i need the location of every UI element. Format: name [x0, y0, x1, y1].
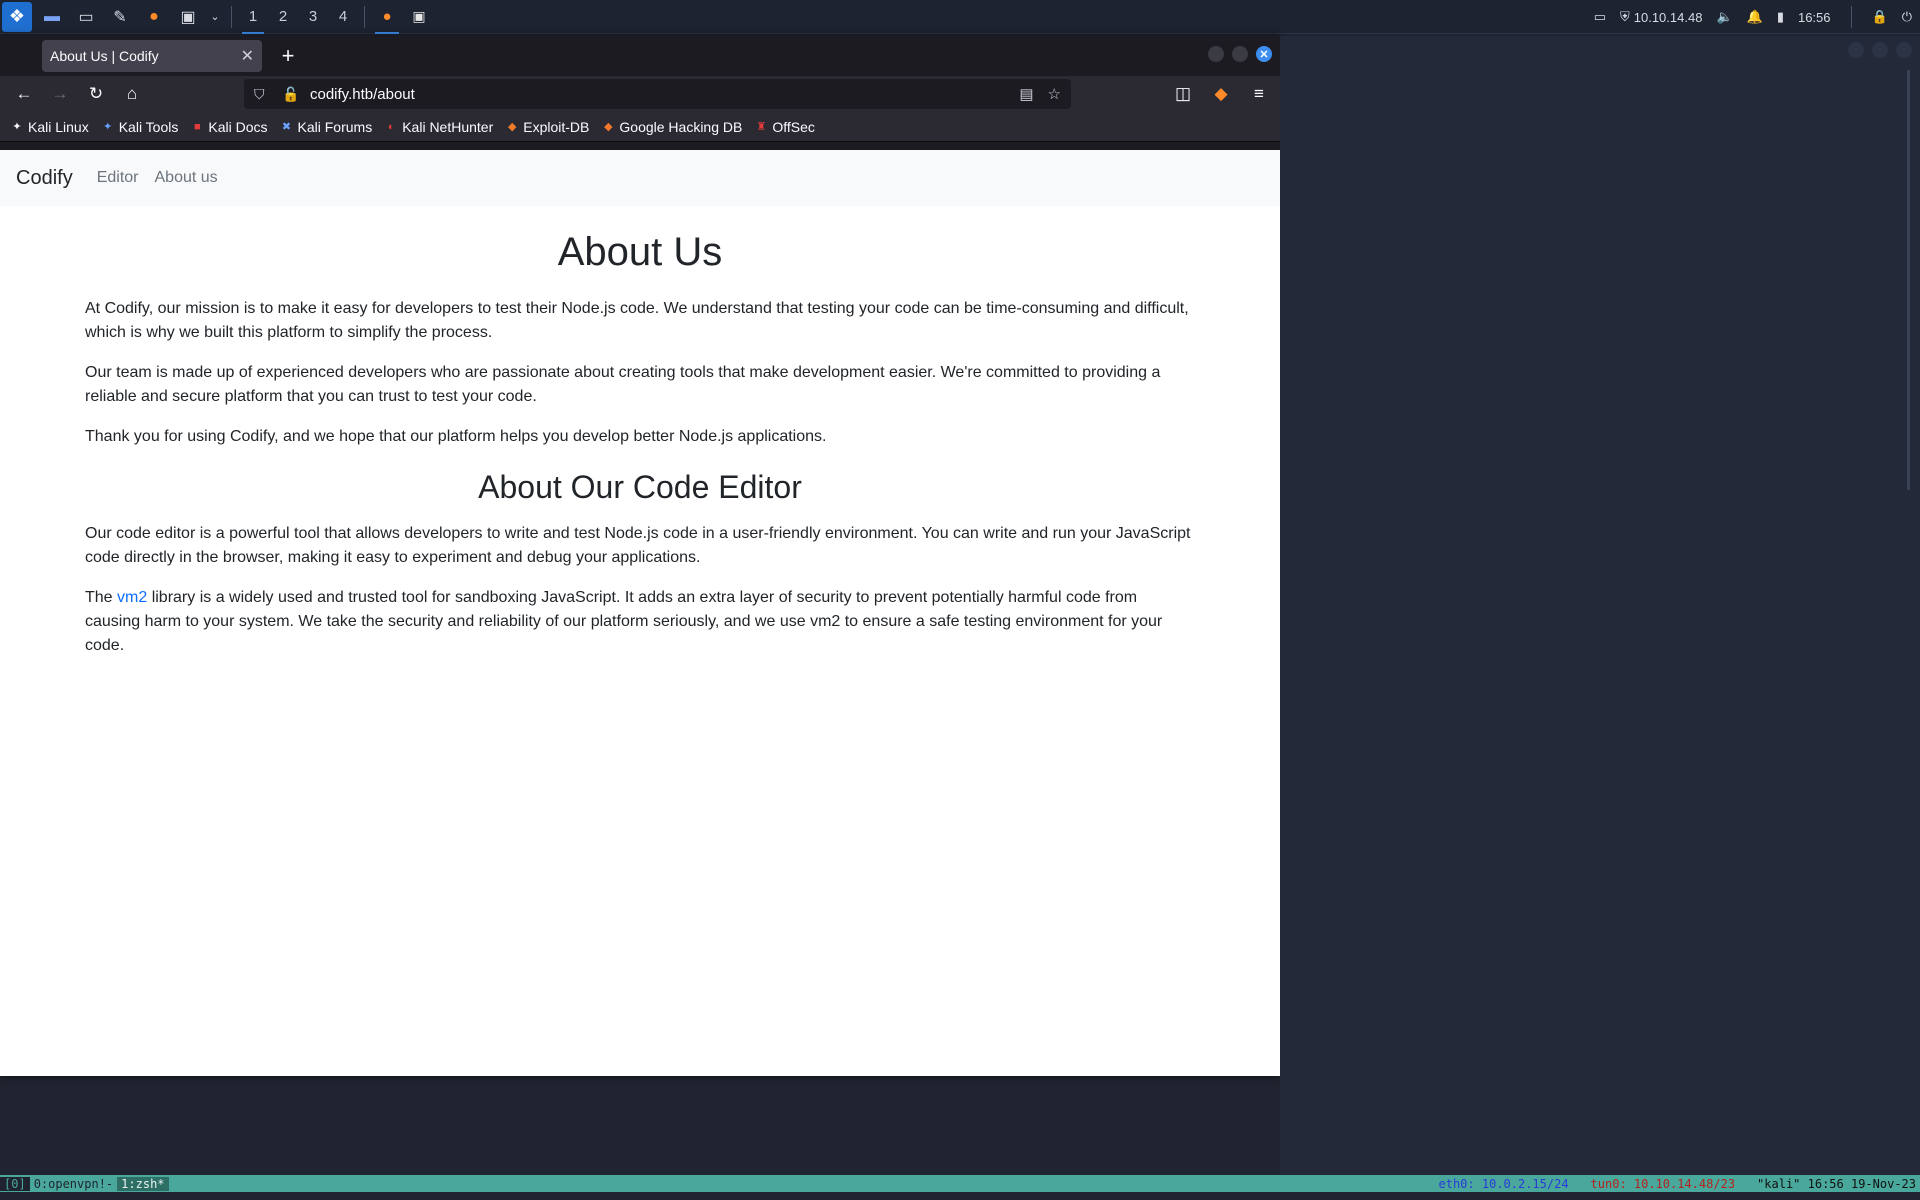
- taskbar-separator: [364, 5, 365, 28]
- bookmark-kali-forums[interactable]: ✖ Kali Forums: [280, 119, 372, 135]
- bookmark-kali-tools[interactable]: ✦ Kali Tools: [101, 119, 178, 135]
- vm2-paragraph: The vm2 library is a widely used and tru…: [85, 589, 1163, 654]
- team-paragraph: Our team is made up of experienced devel…: [85, 364, 1161, 405]
- page-title: About Us: [557, 230, 723, 274]
- editor-section-title: About Our Code Editor: [478, 469, 802, 505]
- vm2-link[interactable]: vm2: [117, 589, 147, 606]
- page-viewport: Codify Editor About us About Us At Codif…: [0, 150, 1280, 1076]
- terminal-close-button[interactable]: [1896, 42, 1912, 58]
- vpn-ip: 10.10.14.48: [1633, 9, 1703, 25]
- bookmark-kali-linux[interactable]: ✦ Kali Linux: [10, 119, 88, 135]
- terminal-pane[interactable]: [1280, 36, 1920, 1176]
- workspace-3[interactable]: 3: [298, 0, 328, 34]
- vpn-icon: ⛨: [1619, 9, 1630, 24]
- workspace-1[interactable]: 1: [238, 0, 268, 34]
- firefox-window: About Us | Codify ✕ + ✕ ← → ↻ ⌂ ⛉ 🔓 codi…: [0, 36, 1280, 1076]
- tab-title: About Us | Codify: [50, 48, 159, 64]
- ghdb-icon: ◆: [604, 121, 613, 133]
- terminal-maximize-button[interactable]: [1872, 42, 1888, 58]
- bookmark-exploit-db[interactable]: ◆ Exploit-DB: [505, 119, 589, 135]
- site-brand[interactable]: Codify: [16, 167, 73, 190]
- power-icon[interactable]: ⏻: [1902, 9, 1912, 25]
- new-tab-button[interactable]: +: [274, 43, 302, 69]
- firefox-task-button[interactable]: ●: [371, 0, 403, 34]
- nav-link-about-us[interactable]: About us: [155, 169, 218, 187]
- show-desktop-icon[interactable]: ▬: [38, 3, 66, 31]
- kali-dragon-icon: ✦: [12, 121, 22, 133]
- workspace-4[interactable]: 4: [328, 0, 358, 34]
- bookmark-google-hacking-db[interactable]: ◆ Google Hacking DB: [601, 119, 742, 135]
- tracking-protection-shield-icon[interactable]: ⛉: [254, 86, 276, 103]
- site-navbar: Codify Editor About us: [0, 150, 1280, 206]
- foxyproxy-icon[interactable]: ◆: [1208, 79, 1234, 109]
- terminal-task-button[interactable]: ▣: [403, 0, 435, 34]
- system-taskbar: ❖ ▬ ▭ ✎ ● ▣ ⌄ 1 2 3 4 ● ▣ ▭ ⛨ 10.10.14.4…: [0, 0, 1920, 34]
- app-menu-icon[interactable]: ≡: [1246, 79, 1272, 109]
- firefox-icon: ●: [382, 8, 392, 25]
- tmux-window-openvpn[interactable]: 0:openvpn!-: [30, 1177, 117, 1191]
- forward-button[interactable]: →: [42, 79, 78, 109]
- tab-about-us[interactable]: About Us | Codify ✕: [42, 40, 262, 72]
- taskbar-separator: [231, 5, 232, 28]
- exploit-db-icon: ◆: [508, 121, 517, 133]
- back-button[interactable]: ←: [6, 79, 42, 109]
- nethunter-icon: ◐: [387, 120, 395, 133]
- chevron-down-icon[interactable]: ⌄: [208, 3, 222, 31]
- offsec-icon: ♜: [756, 121, 767, 133]
- battery-icon[interactable]: ▮: [1777, 9, 1784, 25]
- editor-paragraph: Our code editor is a powerful tool that …: [85, 525, 1191, 566]
- reload-button[interactable]: ↻: [78, 79, 114, 109]
- close-tab-icon[interactable]: ✕: [241, 46, 254, 66]
- bookmarks-toolbar: ✦ Kali Linux ✦ Kali Tools ■ Kali Docs ✖ Kali…: [0, 112, 1280, 142]
- tmux-tun0-status: tun0: 10.10.14.48/23: [1590, 1176, 1736, 1191]
- lock-icon[interactable]: 🔒: [1872, 9, 1888, 25]
- pocket-icon[interactable]: ◫: [1170, 79, 1196, 109]
- kali-menu-icon[interactable]: ❖: [2, 1, 32, 32]
- tmux-window-zsh[interactable]: 1:zsh*: [117, 1176, 169, 1191]
- kali-tools-icon: ✦: [103, 121, 113, 133]
- terminal-minimize-button[interactable]: [1848, 42, 1864, 58]
- workspace-2[interactable]: 2: [268, 0, 298, 34]
- clock[interactable]: 16:56: [1798, 10, 1831, 25]
- terminal-scrollbar[interactable]: [1907, 70, 1910, 490]
- screen-icon[interactable]: ▭: [1594, 9, 1606, 25]
- navigation-toolbar: ← → ↻ ⌂ ⛉ 🔓 codify.htb/about ▤ ☆ ◫ ◆ ≡: [0, 76, 1280, 112]
- close-window-button[interactable]: ✕: [1256, 46, 1272, 62]
- bookmark-star-icon[interactable]: ☆: [1048, 85, 1061, 103]
- content-container: About Us At Codify, our mission is to ma…: [0, 230, 1280, 658]
- bookmark-kali-nethunter[interactable]: ◐ Kali NetHunter: [384, 119, 493, 135]
- kali-forums-icon: ✖: [281, 121, 292, 133]
- nav-link-editor[interactable]: Editor: [97, 169, 139, 187]
- bookmark-offsec[interactable]: ♜ OffSec: [754, 119, 814, 135]
- taskbar-separator: [1850, 6, 1852, 28]
- maximize-window-button[interactable]: [1232, 46, 1248, 62]
- insecure-lock-icon[interactable]: 🔓: [282, 86, 304, 103]
- bookmark-kali-docs[interactable]: ■ Kali Docs: [190, 119, 267, 135]
- home-button[interactable]: ⌂: [114, 79, 150, 109]
- tmux-host-clock: "kali" 16:56 19-Nov-23: [1757, 1176, 1916, 1191]
- kali-docs-icon: ■: [194, 120, 201, 133]
- tmux-eth0-status: eth0: 10.0.2.15/24: [1438, 1176, 1569, 1191]
- tab-bar: About Us | Codify ✕ + ✕: [0, 36, 1280, 76]
- reader-view-icon[interactable]: ▤: [1019, 85, 1033, 103]
- mission-paragraph: At Codify, our mission is to make it eas…: [85, 300, 1189, 341]
- tmux-session: [0]: [0, 1176, 30, 1191]
- tmux-status-bar: [0] 0:openvpn!- 1:zsh* eth0: 10.0.2.15/2…: [0, 1175, 1920, 1192]
- thanks-paragraph: Thank you for using Codify, and we hope …: [85, 428, 827, 445]
- text-editor-icon[interactable]: ✎: [106, 3, 134, 31]
- url-text[interactable]: codify.htb/about: [310, 86, 1019, 103]
- minimize-window-button[interactable]: [1208, 46, 1224, 62]
- file-manager-icon[interactable]: ▭: [72, 3, 100, 31]
- url-bar[interactable]: ⛉ 🔓 codify.htb/about ▤ ☆: [244, 79, 1071, 109]
- terminal-launcher-icon[interactable]: ▣: [174, 3, 202, 31]
- volume-icon[interactable]: 🔈: [1716, 9, 1732, 25]
- terminal-icon: ▣: [412, 8, 426, 24]
- firefox-launcher-icon[interactable]: ●: [140, 3, 168, 31]
- vpn-status[interactable]: ⛨ 10.10.14.48: [1620, 9, 1702, 25]
- notification-bell-icon[interactable]: 🔔: [1747, 9, 1763, 25]
